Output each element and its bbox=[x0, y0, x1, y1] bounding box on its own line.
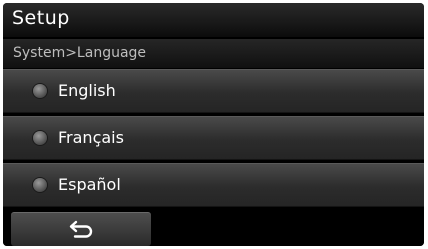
language-option-francais[interactable]: Français bbox=[3, 116, 424, 160]
breadcrumb-text: System>Language bbox=[13, 45, 147, 61]
radio-button-icon bbox=[33, 178, 47, 192]
back-button[interactable] bbox=[11, 212, 151, 246]
radio-button-icon bbox=[33, 84, 47, 98]
language-label: Español bbox=[58, 175, 121, 194]
setup-screen: Setup System>Language English Français E… bbox=[3, 3, 424, 246]
language-option-espanol[interactable]: Español bbox=[3, 163, 424, 207]
language-label: Français bbox=[58, 128, 124, 147]
breadcrumb: System>Language bbox=[3, 39, 424, 68]
page-title: Setup bbox=[12, 7, 70, 29]
language-option-english[interactable]: English bbox=[3, 69, 424, 113]
back-arrow-icon bbox=[69, 220, 93, 238]
radio-button-icon bbox=[33, 131, 47, 145]
title-bar: Setup bbox=[3, 3, 424, 37]
language-label: English bbox=[58, 81, 116, 100]
